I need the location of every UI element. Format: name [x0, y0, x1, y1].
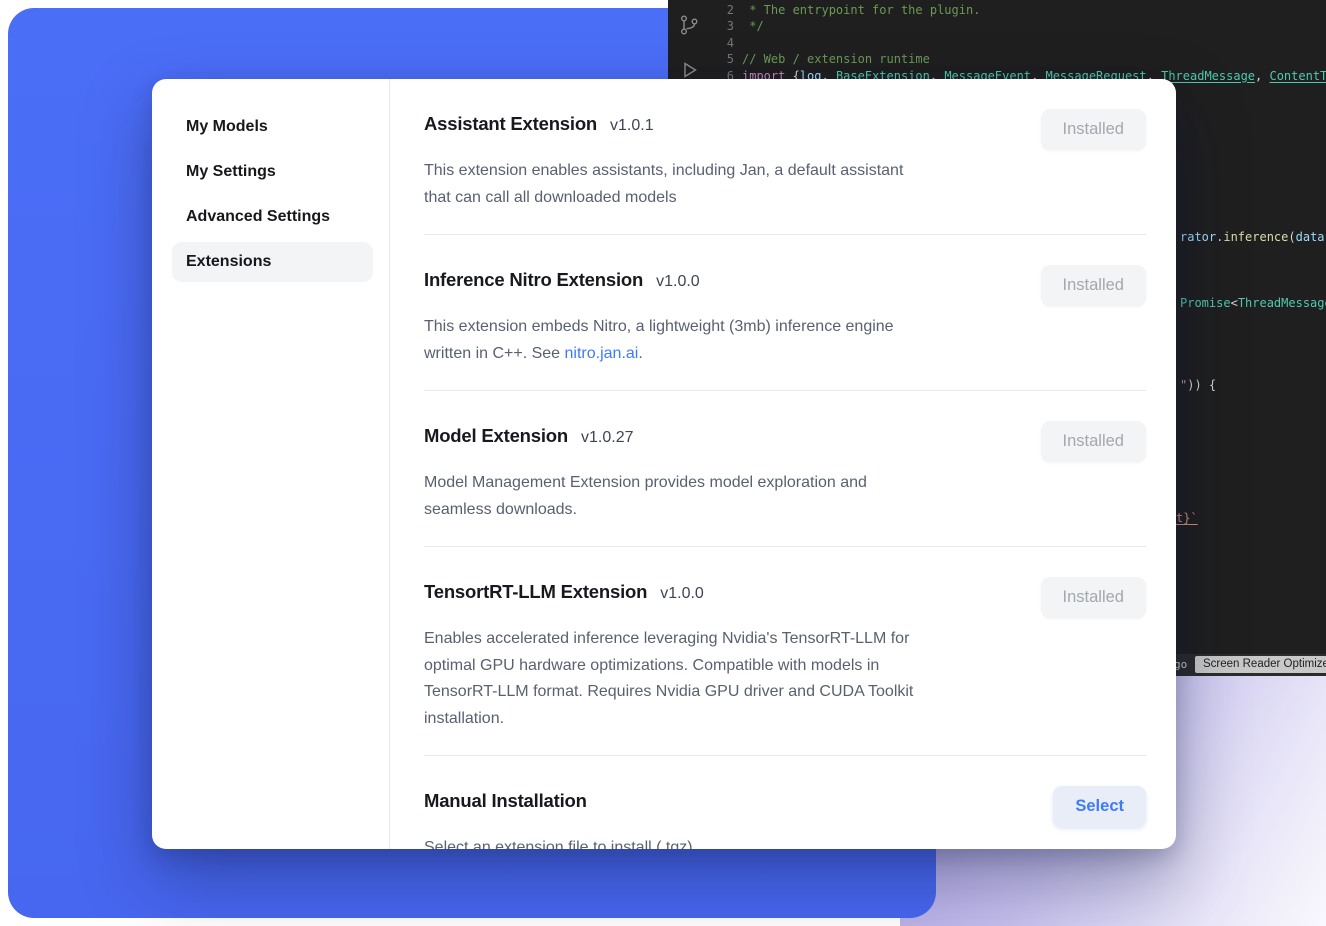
installed-button[interactable]: Installed: [1041, 421, 1146, 462]
extension-description: This extension enables assistants, inclu…: [424, 158, 1029, 211]
code-line: [742, 35, 1326, 51]
extension-version: v1.0.0: [660, 585, 704, 603]
extension-version: v1.0.1: [610, 117, 654, 135]
extension-section-assistant: Assistant Extension v1.0.1 Installed Thi…: [424, 79, 1146, 235]
code-fragment: ")) {: [1180, 377, 1216, 393]
source-control-icon[interactable]: [677, 13, 701, 37]
extension-description: Model Management Extension provides mode…: [424, 470, 1029, 523]
editor-line-numbers: 23456: [710, 2, 742, 84]
extension-section-model: Model Extension v1.0.27 Installed Model …: [424, 391, 1146, 547]
sidebar-item-extensions[interactable]: Extensions: [172, 242, 373, 282]
extension-title: Inference Nitro Extension: [424, 265, 643, 295]
extension-title: Assistant Extension: [424, 109, 597, 139]
screen-reader-badge[interactable]: Screen Reader Optimized: [1195, 656, 1326, 673]
manual-installation-section: Manual Installation Select Select an ext…: [424, 756, 1146, 849]
installed-button[interactable]: Installed: [1041, 265, 1146, 306]
code-line: // Web / extension runtime: [742, 51, 1326, 67]
extension-description: This extension embeds Nitro, a lightweig…: [424, 314, 1029, 367]
code-fragment: Promise<ThreadMessage>: [1180, 295, 1326, 311]
sidebar-item-my-settings[interactable]: My Settings: [172, 152, 373, 192]
sidebar-item-my-models[interactable]: My Models: [172, 107, 373, 147]
description-text: .: [638, 345, 642, 362]
code-line: */: [742, 18, 1326, 34]
extension-title: Model Extension: [424, 421, 568, 451]
extension-section-tensorrt: TensortRT-LLM Extension v1.0.0 Installed…: [424, 547, 1146, 756]
manual-installation-description: Select an extension file to install (.tg…: [424, 835, 1029, 849]
extension-version: v1.0.27: [581, 429, 633, 447]
manual-installation-title: Manual Installation: [424, 786, 587, 816]
settings-sidebar: My Models My Settings Advanced Settings …: [152, 79, 390, 849]
nitro-jan-ai-link[interactable]: nitro.jan.ai: [565, 345, 639, 362]
code-line: * The entrypoint for the plugin.: [742, 2, 1326, 18]
extensions-list: Assistant Extension v1.0.1 Installed Thi…: [390, 79, 1176, 849]
sidebar-item-advanced-settings[interactable]: Advanced Settings: [172, 197, 373, 237]
extension-version: v1.0.0: [656, 273, 700, 291]
extension-description: Enables accelerated inference leveraging…: [424, 626, 1029, 732]
installed-button[interactable]: Installed: [1041, 109, 1146, 150]
select-button[interactable]: Select: [1053, 786, 1146, 827]
extension-title: TensortRT-LLM Extension: [424, 577, 647, 607]
editor-code: * The entrypoint for the plugin. */ // W…: [742, 2, 1326, 84]
extension-section-nitro: Inference Nitro Extension v1.0.0 Install…: [424, 235, 1146, 391]
code-fragment: t}`: [1176, 510, 1198, 526]
installed-button[interactable]: Installed: [1041, 577, 1146, 618]
code-fragment: rator.inference(data));: [1180, 229, 1326, 245]
settings-card: My Models My Settings Advanced Settings …: [152, 79, 1176, 849]
description-text: This extension embeds Nitro, a lightweig…: [424, 318, 894, 362]
